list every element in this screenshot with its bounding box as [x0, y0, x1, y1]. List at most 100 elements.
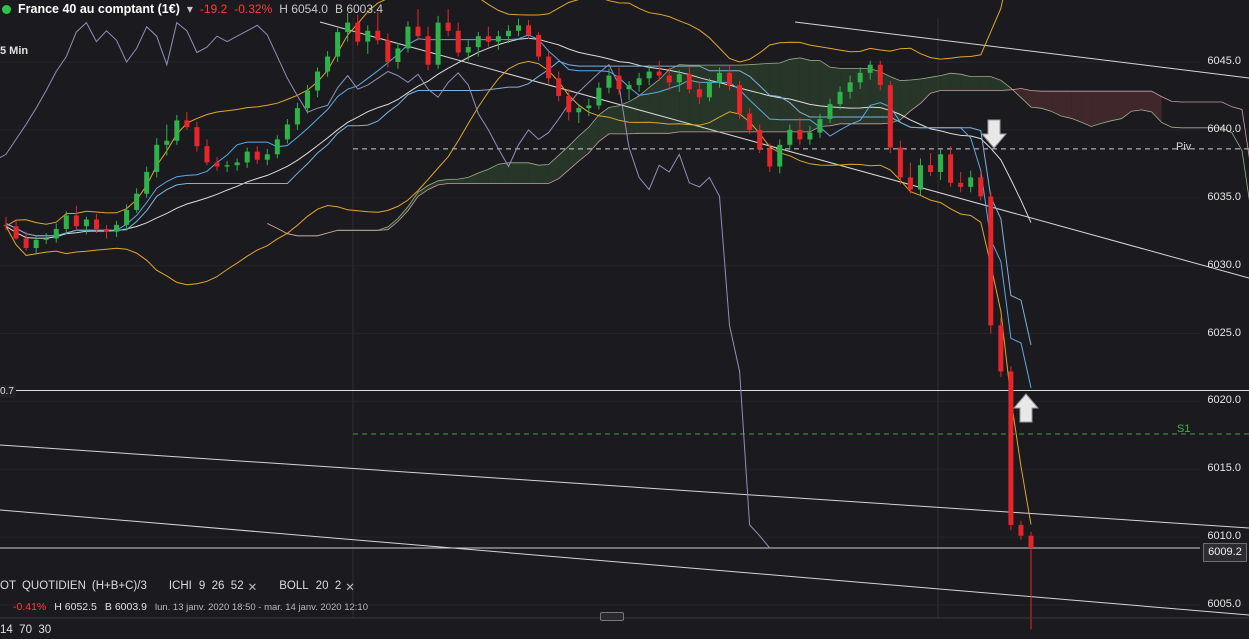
timeframe-label[interactable]: 5 Min	[0, 45, 28, 57]
price-axis-tick: 6040.0	[1207, 122, 1241, 135]
candle-body	[214, 162, 220, 167]
candle-body	[475, 36, 481, 48]
candle-body	[455, 30, 461, 53]
candle-body	[787, 129, 793, 145]
candle-body	[777, 144, 783, 167]
candle-body	[747, 113, 753, 130]
cloud-segment	[1141, 91, 1152, 112]
chevron-down-icon[interactable]: ▾	[187, 2, 193, 16]
candle-body	[586, 105, 592, 109]
candle-body	[837, 91, 843, 105]
price-chart[interactable]	[0, 0, 1249, 639]
price-axis-tick: 6015.0	[1207, 462, 1241, 475]
candle-body	[3, 224, 9, 227]
candle-body	[737, 85, 743, 114]
candle-body	[656, 71, 662, 76]
candle-body	[33, 239, 39, 248]
candle-body	[988, 196, 994, 326]
cloud-segment	[1131, 91, 1142, 112]
market-open-icon	[2, 4, 11, 14]
cloud-segment	[1081, 91, 1092, 127]
current-price-tag: 6009.2	[1203, 543, 1247, 562]
candle-body	[1008, 371, 1014, 525]
candle-body	[696, 89, 702, 98]
candle-body	[797, 129, 803, 140]
candle-body	[867, 64, 873, 73]
cloud-segment	[1031, 90, 1042, 109]
candle-body	[917, 165, 923, 190]
price-axis-tick: 6005.0	[1207, 598, 1241, 610]
candle-body	[134, 193, 140, 210]
pivot-type[interactable]: QUOTIDIEN	[22, 580, 86, 594]
candle-body	[355, 22, 361, 42]
candle-body	[958, 182, 964, 187]
cloud-segment	[1041, 91, 1052, 112]
price-axis-tick: 6035.0	[1207, 190, 1241, 203]
cloud-segment	[498, 162, 509, 184]
candle-body	[928, 165, 934, 172]
oscillator-params: 14 70 30	[0, 624, 52, 636]
instrument-header: France 40 au comptant (1€) ▾ -19.2 -0.32…	[0, 0, 383, 18]
candle-body	[43, 238, 49, 240]
candle	[1008, 366, 1014, 531]
candle-body	[375, 30, 381, 41]
candle-body	[767, 148, 773, 167]
cloud-segment	[1111, 91, 1122, 121]
candle-body	[365, 30, 371, 42]
candle-body	[164, 140, 170, 145]
candle-body	[345, 22, 351, 33]
price-change-pct: -0.32%	[234, 2, 273, 16]
ichi-close-icon[interactable]: ✕	[248, 580, 258, 594]
candle-body	[536, 34, 542, 57]
cloud-segment	[1061, 91, 1072, 119]
pane-resize-handle[interactable]	[600, 612, 624, 621]
candle-body	[676, 74, 682, 83]
info-pct: -0.41%	[13, 601, 47, 613]
cloud-segment	[950, 73, 961, 91]
boll-label[interactable]: BOLL	[279, 580, 308, 594]
candle-body	[716, 72, 722, 83]
candle-body	[827, 104, 833, 120]
price-axis-tick: 6045.0	[1207, 55, 1241, 67]
cloud-segment	[970, 76, 981, 91]
info-row: -0.41% H 6052.5 B 6003.9 lun. 13 janv. 2…	[13, 601, 368, 613]
candle-body	[103, 228, 109, 232]
cloud-segment	[960, 74, 971, 91]
bid-value: B 6003.4	[334, 2, 384, 16]
instrument-title[interactable]: France 40 au comptant (1€)	[18, 2, 180, 16]
candle-body	[546, 56, 552, 79]
price-axis-tick: 6010.0	[1207, 530, 1241, 543]
cloud-segment	[1101, 91, 1112, 124]
candle-body	[526, 25, 532, 35]
price-axis-tick: 6030.0	[1207, 258, 1241, 271]
candle-body	[576, 108, 582, 113]
candle-body	[606, 75, 612, 88]
candle-body	[1028, 535, 1034, 548]
candle-body	[948, 154, 954, 183]
candle-body	[505, 30, 511, 37]
candle-body	[194, 127, 200, 147]
candle-body	[315, 71, 321, 91]
candle	[998, 317, 1004, 377]
candle	[435, 15, 441, 69]
cloud-segment	[980, 76, 991, 91]
candle-body	[224, 165, 230, 167]
candle-body	[1018, 524, 1024, 536]
candle-body	[727, 72, 733, 86]
price-axis-tick: 6025.0	[1207, 326, 1241, 339]
candle-body	[264, 154, 270, 160]
candle-body	[757, 129, 763, 149]
ichi-label[interactable]: ICHI	[169, 580, 192, 594]
cloud-segment	[799, 57, 810, 132]
candle-body	[144, 171, 150, 194]
candle-body	[626, 85, 632, 90]
candle-body	[425, 36, 431, 65]
candle-body	[284, 124, 290, 140]
candle	[737, 81, 743, 120]
boll-close-icon[interactable]: ✕	[345, 580, 355, 594]
candle-body	[154, 144, 160, 172]
candle-body	[807, 132, 813, 140]
candle-body	[254, 151, 260, 160]
cloud-segment	[1091, 91, 1102, 127]
candle	[988, 192, 994, 334]
